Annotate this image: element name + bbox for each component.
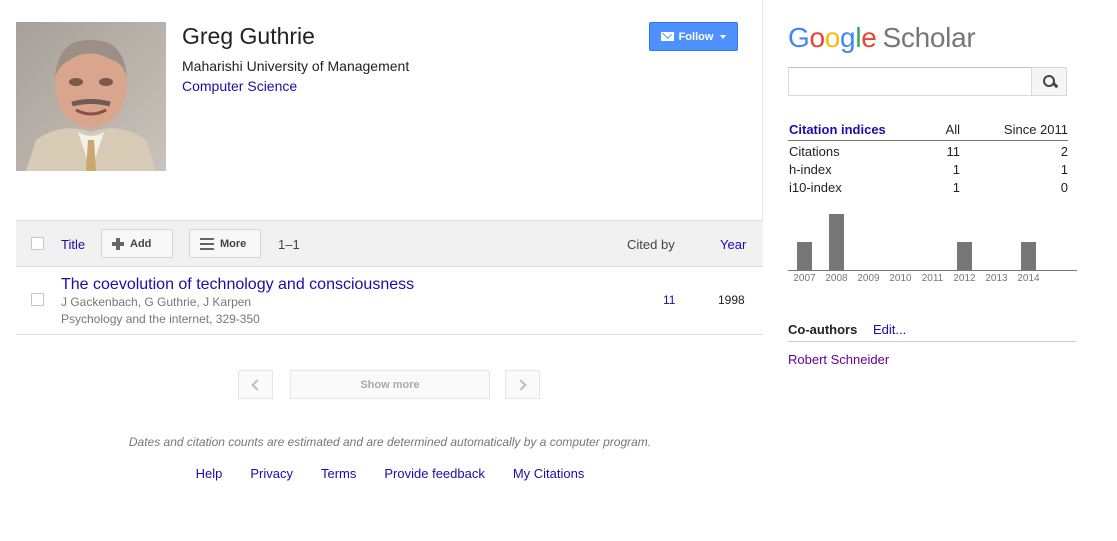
- articles-table-header: Title Add More 1–1 Cited by Year: [16, 220, 763, 267]
- row-label: h-index: [789, 162, 832, 177]
- footer-link-help[interactable]: Help: [196, 466, 223, 481]
- chart-tick-label: 2010: [889, 273, 912, 284]
- profile-photo-image: [16, 22, 166, 171]
- article-checkbox[interactable]: [31, 293, 44, 306]
- row-all-value: 1: [952, 162, 960, 177]
- chart-tick-label: 2014: [1017, 273, 1040, 284]
- row-label: Citations: [789, 144, 840, 159]
- row-all-value: 11: [946, 144, 961, 159]
- chart-bar-2014[interactable]: [1021, 242, 1036, 270]
- main-panel: Greg Guthrie Maharishi University of Man…: [0, 0, 763, 541]
- more-label: More: [220, 237, 247, 250]
- add-label: Add: [130, 237, 152, 250]
- google-scholar-logo[interactable]: Google Scholar: [788, 22, 976, 54]
- article-title-link[interactable]: The coevolution of technology and consci…: [61, 276, 414, 294]
- footer-link-feedback[interactable]: Provide feedback: [384, 466, 484, 481]
- logo-scholar-text: Scholar: [882, 22, 976, 53]
- search-bar: [788, 67, 1067, 96]
- logo-google-text: Google: [788, 22, 877, 53]
- profile-field-link[interactable]: Computer Science: [182, 78, 297, 94]
- citation-row-citations: Citations 11 2: [788, 141, 1068, 159]
- chevron-left-icon: [251, 378, 263, 391]
- coauthors-edit-link[interactable]: Edit...: [873, 322, 906, 337]
- disclaimer-text: Dates and citation counts are estimated …: [128, 435, 652, 449]
- add-button[interactable]: Add: [101, 229, 173, 258]
- footer-link-terms[interactable]: Terms: [321, 466, 356, 481]
- profile-photo: [16, 22, 166, 171]
- chart-bar-2012[interactable]: [957, 242, 972, 270]
- plus-icon: [112, 237, 124, 250]
- row-since-value: 2: [1060, 144, 1068, 159]
- follow-label: Follow: [678, 30, 714, 43]
- chart-tick-label: 2008: [825, 273, 848, 284]
- article-year: 1998: [718, 293, 745, 307]
- vertical-divider: [762, 0, 763, 220]
- caret-down-icon: [720, 34, 727, 39]
- next-page-button[interactable]: [505, 370, 540, 399]
- chevron-right-icon: [515, 378, 527, 391]
- footer-link-privacy[interactable]: Privacy: [250, 466, 293, 481]
- search-input[interactable]: [788, 67, 1032, 96]
- chart-tick-label: 2011: [922, 273, 944, 284]
- citations-per-year-chart: 2007 2008 2009 2010 2011 2012 2013 2014: [788, 214, 1077, 284]
- chart-tick-label: 2007: [793, 273, 816, 284]
- coauthors-header: Co-authors Edit...: [788, 322, 1076, 342]
- citation-indices-table: Citation indices All Since 2011 Citation…: [788, 121, 1068, 195]
- sort-by-title[interactable]: Title: [61, 237, 85, 252]
- chart-tick-label: 2009: [857, 273, 880, 284]
- previous-page-button[interactable]: [238, 370, 273, 399]
- col-since-header: Since 2011: [1003, 122, 1068, 137]
- search-button[interactable]: [1031, 67, 1067, 96]
- chart-tick-label: 2012: [953, 273, 976, 284]
- row-since-value: 0: [1060, 180, 1068, 195]
- citation-indices-label[interactable]: Citation indices: [789, 122, 886, 137]
- article-cited-by-link[interactable]: 11: [663, 293, 675, 307]
- search-icon: [1042, 75, 1056, 88]
- follow-button[interactable]: Follow: [649, 22, 738, 51]
- article-authors: J Gackenbach, G Guthrie, J Karpen: [61, 295, 252, 309]
- citation-indices-header: Citation indices All Since 2011: [788, 121, 1068, 141]
- select-all-checkbox[interactable]: [31, 237, 44, 250]
- coauthor-link[interactable]: Robert Schneider: [788, 352, 889, 367]
- more-button[interactable]: More: [189, 229, 261, 258]
- menu-icon: [200, 237, 214, 250]
- article-row: The coevolution of technology and consci…: [16, 267, 763, 335]
- coauthors-label: Co-authors: [788, 322, 858, 337]
- article-range: 1–1: [278, 237, 300, 252]
- citation-row-i10-index: i10-index 1 0: [788, 177, 1068, 195]
- cited-by-header: Cited by: [627, 237, 675, 252]
- citation-row-h-index: h-index 1 1: [788, 159, 1068, 177]
- row-since-value: 1: [1060, 162, 1068, 177]
- show-more-button[interactable]: Show more: [290, 370, 490, 399]
- profile-name: Greg Guthrie: [182, 23, 315, 49]
- article-venue: Psychology and the internet, 329-350: [61, 312, 260, 326]
- chart-bar-2008[interactable]: [829, 214, 844, 270]
- col-all-header: All: [945, 122, 960, 137]
- footer-links: Help Privacy Terms Provide feedback My C…: [0, 466, 780, 481]
- row-label: i10-index: [789, 180, 842, 195]
- row-all-value: 1: [952, 180, 960, 195]
- footer-link-my-citations[interactable]: My Citations: [513, 466, 585, 481]
- profile-affiliation: Maharishi University of Management: [182, 58, 410, 74]
- envelope-icon: [660, 32, 674, 41]
- chart-bar-2007[interactable]: [797, 242, 812, 270]
- chart-tick-label: 2013: [985, 273, 1008, 284]
- sort-by-year[interactable]: Year: [720, 237, 746, 252]
